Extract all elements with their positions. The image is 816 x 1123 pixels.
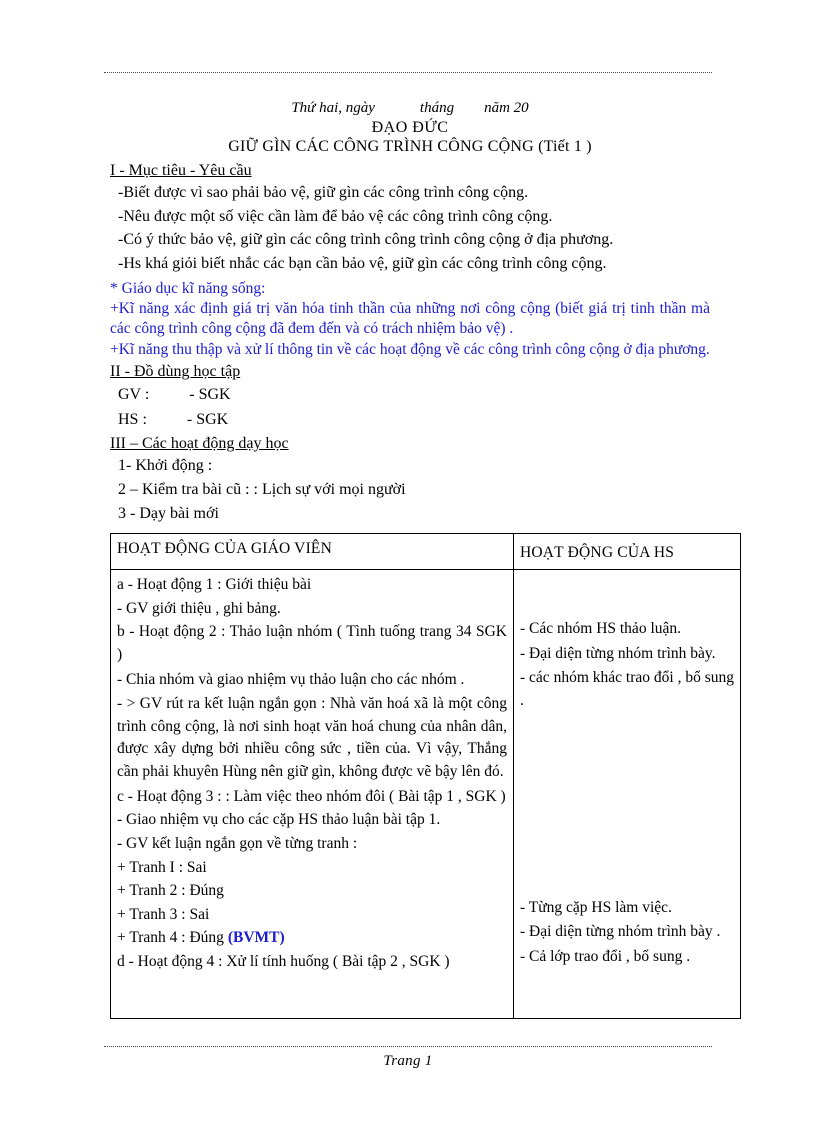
student-block-top: - Các nhóm HS thảo luận. - Đại diện từng… bbox=[520, 618, 734, 713]
materials-student: HS : - SGK bbox=[118, 411, 229, 429]
lesson-plan-table: HOẠT ĐỘNG CỦA GIÁO VIÊN HOẠT ĐỘNG CỦA HS… bbox=[110, 533, 741, 1020]
document-page: Thứ hai, ngày tháng năm 20 ĐẠO ĐỨC GIỮ G… bbox=[0, 0, 816, 1123]
objective-item: -Hs khá giỏi biết nhắc các bạn cần bảo v… bbox=[118, 255, 607, 273]
bvmt-badge: (BVMT) bbox=[227, 929, 285, 947]
picture-answer: + Tranh 2 : Đúng bbox=[117, 882, 224, 900]
activity-item: 1- Khởi động : bbox=[118, 457, 213, 475]
teacher-line: - GV giới thiệu , ghi bảng. bbox=[117, 599, 281, 617]
subject-title: ĐẠO ĐỨC bbox=[371, 119, 449, 136]
activity-item: 2 – Kiểm tra bài cũ : : Lịch sự với mọi … bbox=[118, 481, 406, 499]
life-skills-item: +Kĩ năng thu thập và xử lí thông tin về … bbox=[110, 341, 710, 359]
life-skills-item: +Kĩ năng xác định giá trị văn hóa tinh t… bbox=[110, 299, 710, 338]
table-cell-student-activities: - Các nhóm HS thảo luận. - Đại diện từng… bbox=[513, 569, 741, 1020]
objective-item: -Nêu được một số việc cần làm để bảo vệ … bbox=[118, 207, 553, 225]
table-header-row: HOẠT ĐỘNG CỦA GIÁO VIÊN HOẠT ĐỘNG CỦA HS bbox=[110, 533, 741, 571]
teacher-conclusion: - > GV rút ra kết luận ngắn gọn : Nhà vă… bbox=[117, 695, 507, 781]
student-line: - các nhóm khác trao đổi , bổ sung . bbox=[520, 669, 734, 709]
section-2-heading: II - Đồ dùng học tập bbox=[110, 363, 241, 381]
footer-separator-rule bbox=[104, 1046, 712, 1047]
teacher-line: - GV kết luận ngắn gọn về từng tranh : bbox=[117, 834, 358, 852]
student-line: - Đại diện từng nhóm trình bày . bbox=[520, 923, 721, 941]
life-skills-heading: * Giáo dục kĩ năng sống: bbox=[110, 279, 266, 297]
lesson-title: GIỮ GÌN CÁC CÔNG TRÌNH CÔNG CỘNG (Tiết 1… bbox=[228, 138, 592, 155]
student-line: - Các nhóm HS thảo luận. bbox=[520, 620, 682, 638]
objective-item: -Có ý thức bảo vệ, giữ gìn các công trìn… bbox=[118, 231, 614, 249]
teacher-line: c - Hoạt động 3 : : Làm việc theo nhóm đ… bbox=[117, 787, 506, 805]
activity-item: 3 - Dạy bài mới bbox=[118, 504, 219, 522]
table-cell-teacher-activities: a - Hoạt động 1 : Giới thiệu bài - GV gi… bbox=[110, 569, 514, 1020]
section-1-heading: I - Mục tiêu - Yêu cầu bbox=[110, 162, 252, 179]
objective-item: -Biết được vì sao phải bảo vệ, giữ gìn c… bbox=[118, 184, 529, 201]
page-number: Trang 1 bbox=[383, 1053, 433, 1069]
student-line: - Đại diện từng nhóm trình bày. bbox=[520, 644, 716, 662]
student-line: - Từng cặp HS làm việc. bbox=[520, 898, 672, 916]
date-line: Thứ hai, ngày tháng năm 20 bbox=[291, 100, 529, 116]
teacher-line: d - Hoạt động 4 : Xử lí tính huống ( Bài… bbox=[117, 953, 450, 971]
header-separator-rule bbox=[104, 72, 712, 73]
table-header-student: HOẠT ĐỘNG CỦA HS bbox=[513, 533, 741, 571]
document-content: Thứ hai, ngày tháng năm 20 ĐẠO ĐỨC GIỮ G… bbox=[110, 100, 741, 1020]
teacher-line: a - Hoạt động 1 : Giới thiệu bài bbox=[117, 576, 312, 594]
picture-answer-4: + Tranh 4 : Đúng (BVMT) bbox=[117, 927, 507, 950]
table-header-teacher: HOẠT ĐỘNG CỦA GIÁO VIÊN bbox=[110, 533, 514, 571]
picture-answer-4-text: + Tranh 4 : Đúng bbox=[117, 929, 228, 947]
materials-teacher: GV : - SGK bbox=[118, 386, 231, 404]
student-block-bottom: - Từng cặp HS làm việc. - Đại diện từng … bbox=[520, 897, 734, 969]
table-body-row: a - Hoạt động 1 : Giới thiệu bài - GV gi… bbox=[110, 569, 741, 1020]
teacher-line: b - Hoạt động 2 : Thảo luận nhóm ( Tình … bbox=[117, 623, 507, 663]
teacher-line: - Giao nhiệm vụ cho các cặp HS thảo luận… bbox=[117, 811, 441, 829]
section-3-heading: III – Các hoạt động dạy học bbox=[110, 435, 289, 453]
picture-answer: + Tranh I : Sai bbox=[117, 858, 207, 876]
student-line: - Cả lớp trao đổi , bổ sung . bbox=[520, 947, 691, 965]
teacher-line: - Chia nhóm và giao nhiệm vụ thảo luận c… bbox=[117, 670, 465, 688]
picture-answer: + Tranh 3 : Sai bbox=[117, 905, 210, 923]
